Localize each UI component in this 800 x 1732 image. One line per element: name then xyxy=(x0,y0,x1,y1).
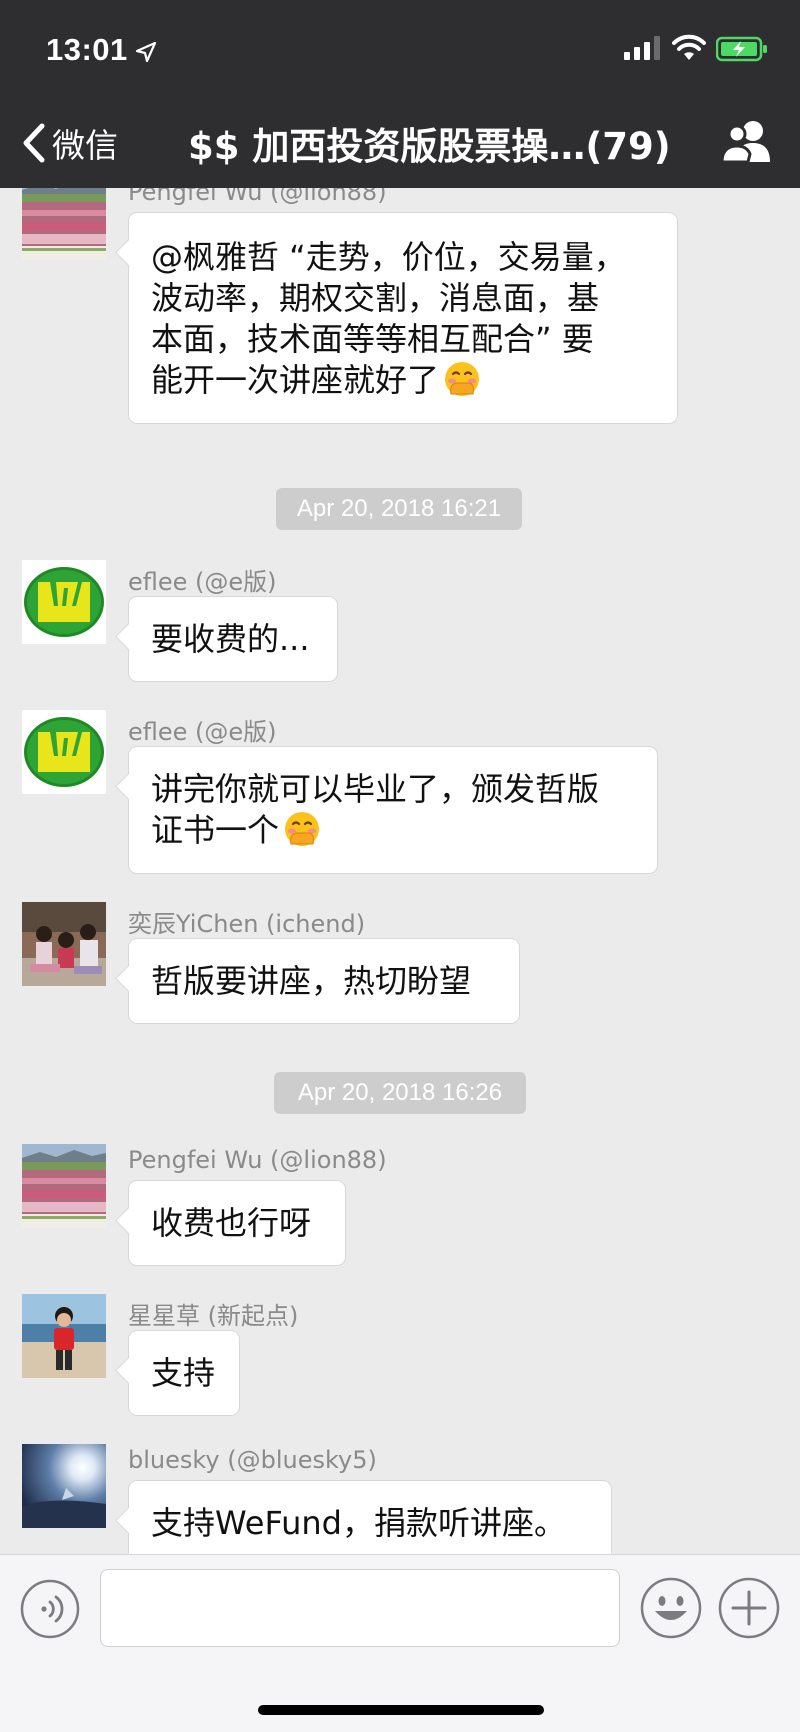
plus-icon[interactable] xyxy=(718,1577,780,1639)
avatar-pengfei-wu[interactable] xyxy=(22,1144,106,1228)
chevron-left-icon xyxy=(23,123,45,163)
face-with-hand-over-mouth-emoji xyxy=(285,812,320,846)
sender-name: bluesky (@bluesky5) xyxy=(128,1446,377,1474)
message-bubble[interactable]: 要收费的... xyxy=(128,596,338,682)
cellular-signal-icon xyxy=(624,36,660,60)
avatar-bluesky[interactable] xyxy=(22,1444,106,1528)
message-bubble[interactable]: 收费也行呀 xyxy=(128,1180,346,1266)
message-text: 支持WeFund，捐款听讲座。 xyxy=(151,1504,566,1542)
sender-name: eflee (@e版) xyxy=(128,568,277,596)
status-bar: 13:01 xyxy=(0,0,800,100)
message-text-line: 波动率，期权交割，消息面，基 xyxy=(151,279,600,317)
timestamp-divider: Apr 20, 2018 16:21 xyxy=(276,488,522,530)
message-text-line: 本面，技术面等等相互配合” 要 xyxy=(151,320,594,358)
children-photo-avatar-image xyxy=(22,902,106,986)
voice-input-icon[interactable] xyxy=(20,1579,80,1639)
message-text-line: 能开一次讲座就好了 xyxy=(151,361,440,399)
chat-message-list[interactable]: Pengfei Wu (@lion88) @枫雅哲 “走势，价位，交易量， 波动… xyxy=(0,188,800,1554)
tulip-field-avatar-image xyxy=(22,188,106,260)
beach-child-avatar-image xyxy=(22,1294,106,1378)
green-w-logo-avatar-image xyxy=(22,560,106,644)
emoji-icon[interactable] xyxy=(640,1577,702,1639)
message-text: 要收费的... xyxy=(151,620,310,658)
message-bubble[interactable]: 支持 xyxy=(128,1330,240,1416)
back-button[interactable]: 微信 xyxy=(18,118,118,168)
location-arrow-icon xyxy=(135,41,157,63)
tulip-field-avatar-image xyxy=(22,1144,106,1228)
message-bubble[interactable]: 支持WeFund，捐款听讲座。 xyxy=(128,1480,612,1554)
wifi-icon xyxy=(672,34,706,60)
message-bubble[interactable]: 哲版要讲座，热切盼望 xyxy=(128,938,520,1024)
face-with-hand-over-mouth-emoji xyxy=(445,362,480,396)
message-bubble[interactable]: 讲完你就可以毕业了，颁发哲版 证书一个 xyxy=(128,746,658,874)
sender-name: 星星草 (新起点) xyxy=(128,1302,299,1330)
avatar-pengfei-wu[interactable] xyxy=(22,188,106,260)
sunlit-sky-avatar-image xyxy=(22,1444,106,1528)
chat-title: $$ 加西投资版股票操…(79) xyxy=(188,125,671,168)
navigation-header: 13:01 微信 $$ 加西投资版股票操…(79) xyxy=(0,0,800,188)
sender-name: eflee (@e版) xyxy=(128,718,277,746)
avatar-eflee[interactable] xyxy=(22,560,106,644)
chat-input-bar xyxy=(0,1554,800,1732)
sender-name: 奕辰YiChen (ichend) xyxy=(128,910,366,938)
message-text: 支持 xyxy=(151,1354,216,1392)
message-text-line: @枫雅哲 “走势，价位，交易量， xyxy=(151,238,626,276)
message-text-line: 讲完你就可以毕业了，颁发哲版 xyxy=(151,770,600,808)
group-members-icon[interactable] xyxy=(720,118,774,164)
home-indicator[interactable] xyxy=(258,1705,544,1715)
message-input[interactable] xyxy=(100,1569,620,1647)
message-text: 哲版要讲座，热切盼望 xyxy=(151,962,472,1000)
message-text: 收费也行呀 xyxy=(151,1204,312,1242)
avatar-eflee[interactable] xyxy=(22,710,106,794)
message-text-line: 证书一个 xyxy=(151,811,280,849)
battery-charging-icon xyxy=(716,36,767,62)
green-w-logo-avatar-image xyxy=(22,710,106,794)
back-label: 微信 xyxy=(52,126,118,165)
status-time: 13:01 xyxy=(46,32,128,67)
avatar-yichen[interactable] xyxy=(22,902,106,986)
message-bubble[interactable]: @枫雅哲 “走势，价位，交易量， 波动率，期权交割，消息面，基 本面，技术面等等… xyxy=(128,212,678,424)
sender-name: Pengfei Wu (@lion88) xyxy=(128,188,387,206)
sender-name: Pengfei Wu (@lion88) xyxy=(128,1146,387,1174)
avatar-xingxingcao[interactable] xyxy=(22,1294,106,1378)
timestamp-divider: Apr 20, 2018 16:26 xyxy=(274,1072,526,1114)
